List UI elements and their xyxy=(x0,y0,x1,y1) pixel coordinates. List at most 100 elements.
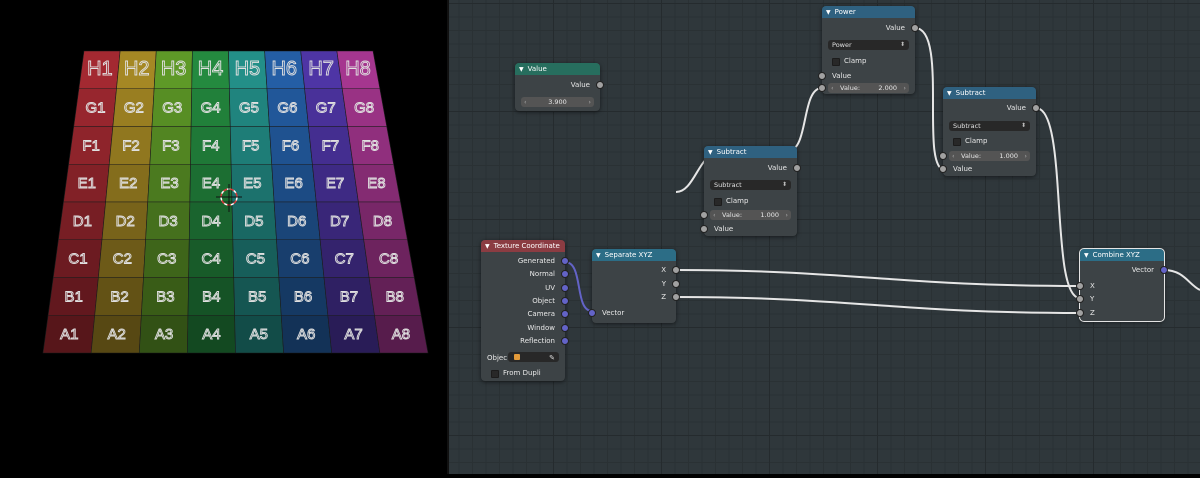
combine-input-z: Z xyxy=(1090,309,1095,317)
from-dupli-checkbox[interactable] xyxy=(491,370,499,378)
separate-vector-socket[interactable] xyxy=(588,309,596,317)
subtract1-output-socket[interactable] xyxy=(793,164,801,172)
link-generated-to-separate xyxy=(564,261,593,312)
subtract1-input1-socket[interactable] xyxy=(700,211,708,219)
grid-cell-label: A4 xyxy=(202,326,220,343)
combine-x-socket[interactable] xyxy=(1076,282,1084,290)
subtract-node-1[interactable]: ▼ Subtract Value Subtract ⬍ Clamp ‹ Value: 1… xyxy=(700,146,801,236)
texcoord-header[interactable]: ▼ Texture Coordinate xyxy=(481,240,565,252)
power-input2-field[interactable]: ‹ Value: 2.000 › xyxy=(818,83,909,93)
grid-cell-label: B1 xyxy=(64,288,82,305)
from-dupli-label: From Dupli xyxy=(503,369,541,377)
grid-cell-label: D7 xyxy=(330,213,349,230)
collapse-icon[interactable]: ▼ xyxy=(947,90,952,97)
grid-cell-label: E6 xyxy=(284,175,302,192)
texture-coordinate-node[interactable]: ▼ Texture Coordinate Generated Normal UV … xyxy=(481,240,569,381)
power-input2-label: Value: xyxy=(840,84,861,92)
subtract-node-2[interactable]: ▼ Subtract Value Subtract ⬍ Clamp ‹ Value: 1… xyxy=(939,87,1040,176)
grid-cell-label: F7 xyxy=(322,137,340,154)
texcoord-window-socket[interactable] xyxy=(561,324,569,332)
subtract1-clamp-checkbox[interactable] xyxy=(714,198,722,206)
subtract1-operation-dropdown[interactable]: Subtract ⬍ xyxy=(710,180,791,190)
power-node[interactable]: ▼ Power Value Power ⬍ Clamp Value ‹ Value: 2… xyxy=(818,6,919,94)
grid-cell-label: H5 xyxy=(235,58,261,80)
grid-cell-label: A5 xyxy=(250,326,268,343)
separate-z-socket[interactable] xyxy=(672,293,680,301)
subtract2-output-socket[interactable] xyxy=(1032,104,1040,112)
value-output-socket[interactable] xyxy=(596,81,604,89)
combine-header[interactable]: ▼ Combine XYZ xyxy=(1080,249,1164,261)
power-input2-value: 2.000 xyxy=(878,84,897,92)
texcoord-object-socket[interactable] xyxy=(561,297,569,305)
decrement-arrow-icon[interactable]: ‹ xyxy=(713,210,716,220)
power-input2-socket[interactable] xyxy=(818,84,826,92)
collapse-icon[interactable]: ▼ xyxy=(1084,252,1089,259)
subtract2-input2-socket[interactable] xyxy=(939,165,947,173)
power-output-socket[interactable] xyxy=(911,24,919,32)
increment-arrow-icon[interactable]: › xyxy=(903,83,906,93)
collapse-icon[interactable]: ▼ xyxy=(708,149,713,156)
decrement-arrow-icon[interactable]: ‹ xyxy=(831,83,834,93)
texcoord-output-normal: Normal xyxy=(529,270,555,278)
value-field[interactable]: ‹ 3.900 › xyxy=(521,97,594,107)
subtract1-input2-socket[interactable] xyxy=(700,225,708,233)
grid-cell-label: H7 xyxy=(308,58,334,80)
texcoord-reflection-socket[interactable] xyxy=(561,337,569,345)
grid-cell-label: A8 xyxy=(392,326,410,343)
subtract2-input1-field[interactable]: ‹ Value: 1.000 › xyxy=(939,151,1030,161)
grid-cell-label: F8 xyxy=(361,137,379,154)
increment-arrow-icon[interactable]: › xyxy=(785,210,788,220)
texcoord-normal-socket[interactable] xyxy=(561,270,569,278)
grid-cell-label: F5 xyxy=(242,137,260,154)
grid-cell-label: H1 xyxy=(87,58,113,80)
subtract2-header[interactable]: ▼ Subtract xyxy=(943,87,1036,99)
subtract2-clamp-checkbox[interactable] xyxy=(953,138,961,146)
separate-y-socket[interactable] xyxy=(672,280,680,288)
texcoord-object-field[interactable]: ✎ xyxy=(508,352,559,362)
subtract2-input1-socket[interactable] xyxy=(939,152,947,160)
shader-node-editor[interactable]: ▼ Value Value ‹ 3.900 › ▼ Power Value Power ⬍… xyxy=(449,0,1200,474)
grid-cell-label: C2 xyxy=(113,251,132,268)
3d-viewport[interactable]: H1 H2 H3 H4 H5 H6 H7 H8 G1 G2 G3 G4 G5 G6 G7 G8 F1 F2 F3 F4… xyxy=(0,0,448,474)
power-input1-socket[interactable] xyxy=(818,72,826,80)
combine-input-y: Y xyxy=(1090,295,1095,303)
link-subtract2-to-combine-y xyxy=(1035,107,1081,299)
grid-cell-label: C6 xyxy=(290,251,309,268)
texcoord-output-uv: UV xyxy=(545,284,555,292)
decrement-arrow-icon[interactable]: ‹ xyxy=(952,151,955,161)
collapse-icon[interactable]: ▼ xyxy=(519,66,524,73)
power-node-header[interactable]: ▼ Power xyxy=(822,6,915,18)
combine-input-x: X xyxy=(1090,282,1095,290)
subtract1-operation-value: Subtract xyxy=(714,181,742,189)
power-operation-dropdown[interactable]: Power ⬍ xyxy=(828,40,909,50)
combine-z-socket[interactable] xyxy=(1076,309,1084,317)
value-node[interactable]: ▼ Value Value ‹ 3.900 › xyxy=(515,63,604,111)
increment-arrow-icon[interactable]: › xyxy=(588,97,591,107)
collapse-icon[interactable]: ▼ xyxy=(485,243,490,250)
eyedropper-icon[interactable]: ✎ xyxy=(549,352,555,364)
grid-cell-label: E1 xyxy=(78,175,96,192)
texcoord-generated-socket[interactable] xyxy=(561,257,569,265)
subtract1-input1-label: Value: xyxy=(722,211,743,219)
subtract2-operation-dropdown[interactable]: Subtract ⬍ xyxy=(949,121,1030,131)
collapse-icon[interactable]: ▼ xyxy=(826,9,831,16)
subtract1-input1-field[interactable]: ‹ Value: 1.000 › xyxy=(700,210,791,220)
combine-vector-socket[interactable] xyxy=(1160,266,1168,274)
collapse-icon[interactable]: ▼ xyxy=(596,252,601,259)
power-clamp-checkbox[interactable] xyxy=(832,58,840,66)
separate-header[interactable]: ▼ Separate XYZ xyxy=(592,249,676,261)
increment-arrow-icon[interactable]: › xyxy=(1024,151,1027,161)
texcoord-camera-socket[interactable] xyxy=(561,310,569,318)
value-node-header[interactable]: ▼ Value xyxy=(515,63,600,75)
combine-y-socket[interactable] xyxy=(1076,295,1084,303)
grid-cell-label: G5 xyxy=(239,100,259,117)
grid-cell-label: G8 xyxy=(354,100,374,117)
separate-xyz-node[interactable]: ▼ Separate XYZ X Y Z Vector xyxy=(588,249,680,323)
grid-cell-label: E7 xyxy=(326,175,344,192)
subtract1-header[interactable]: ▼ Subtract xyxy=(704,146,797,158)
grid-cell-label: D4 xyxy=(201,213,220,230)
texcoord-uv-socket[interactable] xyxy=(561,284,569,292)
grid-cell-label: H2 xyxy=(124,58,150,80)
separate-x-socket[interactable] xyxy=(672,266,680,274)
combine-xyz-node[interactable]: ▼ Combine XYZ Vector X Y Z xyxy=(1076,248,1168,322)
